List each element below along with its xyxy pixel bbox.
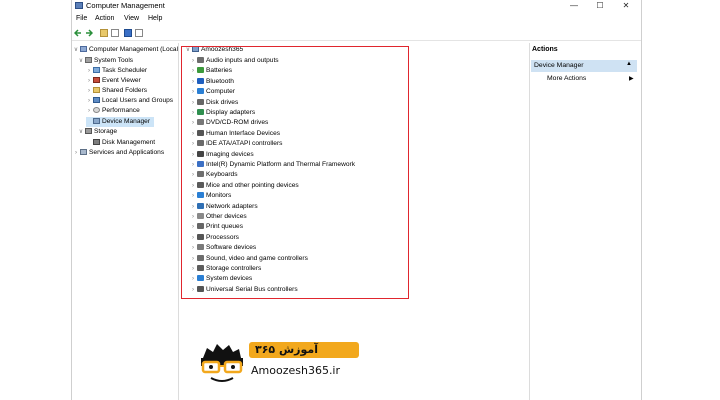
actions-pane: Actions Device Manager ▲ More Actions ▶ (529, 43, 640, 400)
performance-icon (93, 107, 100, 113)
show-hide-tree-icon[interactable] (111, 29, 119, 37)
maximize-button[interactable]: ☐ (588, 0, 612, 11)
tree-item-device-manager[interactable]: Device Manager (86, 117, 155, 127)
tree-item-label: Services and Applications (89, 149, 165, 156)
tree-item-label: Performance (102, 107, 140, 114)
chevron-right-icon[interactable]: › (73, 148, 79, 158)
menu-view[interactable]: View (124, 15, 139, 22)
chevron-right-icon[interactable]: › (86, 76, 92, 86)
up-folder-icon[interactable] (100, 29, 108, 37)
tree-item-event-viewer[interactable]: › Event Viewer (86, 76, 141, 86)
window-title: Computer Management (86, 1, 165, 10)
tree-services-applications[interactable]: › Services and Applications (73, 148, 164, 158)
menu-action[interactable]: Action (95, 15, 114, 22)
event-viewer-icon (93, 77, 100, 83)
menu-file[interactable]: File (76, 15, 87, 22)
watermark-logo: آموزش ۳۶۵ Amoozesh365.ir (197, 340, 387, 388)
tree-root[interactable]: ∨ Computer Management (Local (73, 45, 178, 55)
title-bar: Computer Management — ☐ ✕ (72, 0, 641, 12)
services-icon (80, 149, 87, 155)
chevron-down-icon[interactable]: ∨ (78, 127, 84, 137)
tree-item-shared-folders[interactable]: › Shared Folders (86, 86, 147, 96)
actions-header: Actions (532, 46, 558, 53)
storage-icon (85, 128, 92, 134)
task-scheduler-icon (93, 67, 100, 73)
computer-management-icon (80, 46, 87, 52)
chevron-right-icon[interactable]: › (86, 66, 92, 76)
disk-management-icon (93, 139, 100, 145)
tree-storage-label: Storage (94, 128, 118, 135)
tree-system-tools-label: System Tools (94, 57, 134, 64)
properties-icon[interactable] (135, 29, 143, 37)
tree-item-label: Device Manager (102, 118, 151, 125)
mascot-icon (201, 344, 243, 382)
tree-item-label: Disk Management (102, 139, 156, 146)
actions-section-device-manager[interactable]: Device Manager ▲ (531, 60, 637, 72)
computer-management-app-icon (75, 2, 83, 9)
users-icon (93, 97, 100, 103)
toolbar (72, 26, 641, 41)
chevron-right-icon[interactable]: › (86, 106, 92, 116)
tree-item-label: Shared Folders (102, 87, 148, 94)
chevron-right-icon[interactable]: › (86, 96, 92, 106)
tools-icon (85, 57, 92, 63)
minimize-button[interactable]: — (562, 0, 586, 11)
tree-item-performance[interactable]: › Performance (86, 106, 140, 116)
tree-item-disk-management[interactable]: Disk Management (86, 138, 155, 148)
menu-bar: File Action View Help (72, 13, 641, 24)
tree-system-tools[interactable]: ∨ System Tools (78, 56, 133, 66)
menu-help[interactable]: Help (148, 15, 162, 22)
forward-arrow-icon[interactable] (85, 29, 94, 37)
tree-item-label: Task Scheduler (102, 67, 148, 74)
tree-item-local-users[interactable]: › Local Users and Groups (86, 96, 173, 106)
close-button[interactable]: ✕ (614, 0, 638, 11)
chevron-down-icon[interactable]: ∨ (78, 56, 84, 66)
more-actions-item[interactable]: More Actions (547, 75, 586, 82)
back-arrow-icon[interactable] (73, 29, 82, 37)
collapse-up-icon[interactable]: ▲ (626, 61, 632, 67)
brand-url: Amoozesh365.ir (251, 364, 341, 377)
tree-item-label: Event Viewer (102, 77, 141, 84)
tree-root-label: Computer Management (Local (89, 46, 179, 53)
tree-item-task-scheduler[interactable]: › Task Scheduler (86, 66, 147, 76)
chevron-right-icon[interactable]: › (86, 86, 92, 96)
brand-banner: آموزش ۳۶۵ (249, 342, 359, 358)
navigation-tree: ∨ Computer Management (Local ∨ System Tool… (72, 43, 179, 400)
device-manager-icon (93, 118, 100, 124)
highlight-box (181, 46, 409, 299)
brand-text: آموزش ۳۶۵ (255, 343, 318, 356)
chevron-down-icon[interactable]: ∨ (73, 45, 79, 55)
submenu-arrow-icon: ▶ (629, 76, 634, 82)
help-icon[interactable] (124, 29, 132, 37)
tree-item-label: Local Users and Groups (102, 97, 174, 104)
tree-storage[interactable]: ∨ Storage (78, 127, 117, 137)
shared-folder-icon (93, 87, 100, 93)
actions-section-label: Device Manager (534, 62, 584, 69)
